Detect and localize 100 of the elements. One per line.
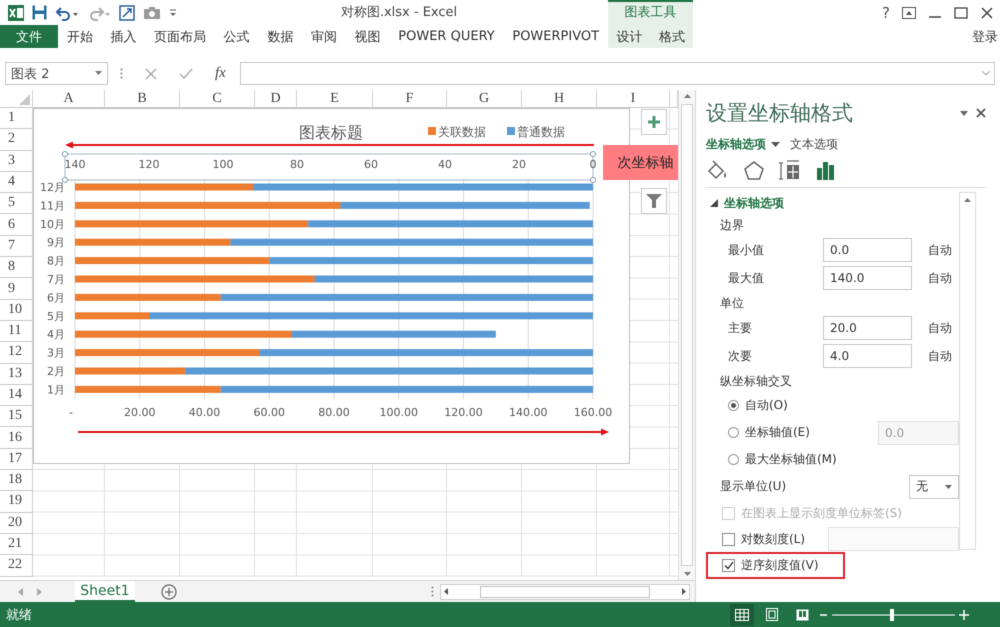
close-icon[interactable] <box>976 108 986 118</box>
option-label[interactable]: 自动(O) <box>745 397 788 414</box>
insert-function-button[interactable]: fx <box>215 65 226 82</box>
option-label[interactable]: 最大坐标轴值(M) <box>745 451 837 468</box>
ribbon-tab[interactable]: 设计 <box>608 25 650 48</box>
pane-tab[interactable]: 坐标轴选项 <box>706 136 780 153</box>
scroll-thumb[interactable] <box>681 104 693 566</box>
expand-triangle-icon[interactable] <box>710 199 718 207</box>
row-header[interactable]: 12 <box>0 342 33 364</box>
column-header[interactable]: H <box>522 90 597 108</box>
customize-caret-icon[interactable] <box>169 8 177 18</box>
row-header[interactable]: 6 <box>0 214 33 236</box>
row-header[interactable]: 18 <box>0 470 33 492</box>
horizontal-scrollbar[interactable] <box>440 584 690 600</box>
row-header[interactable]: 11 <box>0 320 33 342</box>
more-icon[interactable] <box>120 68 123 79</box>
row-header[interactable]: 21 <box>0 534 33 556</box>
ribbon-tab[interactable]: POWER QUERY <box>396 29 497 44</box>
sheet-tab[interactable]: Sheet1 <box>75 581 135 602</box>
ribbon-display-icon[interactable] <box>902 6 916 18</box>
scroll-up-icon[interactable] <box>684 94 690 98</box>
ribbon-tab[interactable]: 页面布局 <box>152 28 208 46</box>
ribbon-tab[interactable]: POWERPIVOT <box>510 29 602 44</box>
column-header[interactable]: A <box>33 90 105 108</box>
column-header[interactable]: I <box>597 90 670 108</box>
row-header[interactable]: 9 <box>0 278 33 300</box>
cancel-icon[interactable] <box>145 68 157 80</box>
chart-title[interactable]: 图表标题 <box>299 123 363 142</box>
section-title[interactable]: 坐标轴选项 <box>724 194 784 212</box>
radio-button[interactable] <box>728 400 739 411</box>
column-header[interactable]: F <box>373 90 447 108</box>
size-properties-icon[interactable] <box>778 159 802 181</box>
pane-tab[interactable]: 文本选项 <box>790 136 838 153</box>
column-header[interactable]: E <box>297 90 373 108</box>
scroll-up-icon[interactable] <box>964 198 971 202</box>
normal-view-button[interactable] <box>730 604 754 626</box>
zoom-slider-icon[interactable] <box>820 608 970 622</box>
ribbon-tab[interactable]: 插入 <box>108 28 138 46</box>
touch-mode-icon[interactable] <box>119 4 135 20</box>
row-header[interactable]: 20 <box>0 512 33 534</box>
close-icon[interactable] <box>980 6 994 18</box>
column-header[interactable]: C <box>180 90 255 108</box>
row-header[interactable]: 22 <box>0 555 33 577</box>
pentagon-icon[interactable] <box>742 159 766 181</box>
option-label[interactable]: 逆序刻度值(V) <box>741 556 819 574</box>
vertical-scrollbar[interactable] <box>678 90 695 580</box>
row-header[interactable]: 14 <box>0 384 33 406</box>
scroll-thumb[interactable] <box>480 586 650 598</box>
name-box[interactable]: 图表 2 <box>5 62 108 85</box>
row-header[interactable]: 5 <box>0 193 33 214</box>
row-header[interactable]: 15 <box>0 406 33 428</box>
row-header[interactable]: 7 <box>0 236 33 258</box>
undo-icon[interactable] <box>55 4 79 20</box>
column-header[interactable]: D <box>255 90 297 108</box>
ribbon-tab[interactable]: 视图 <box>352 28 383 46</box>
value-field[interactable]: 0.0 <box>823 238 912 262</box>
ribbon-tab[interactable]: 格式 <box>650 25 693 48</box>
base-field[interactable] <box>828 527 959 551</box>
ribbon-tab[interactable]: 开始 <box>64 28 95 46</box>
row-header[interactable]: 2 <box>0 129 33 151</box>
ribbon-tab[interactable]: 数据 <box>265 28 296 46</box>
redo-icon[interactable] <box>87 4 111 20</box>
pane-options-caret-icon[interactable] <box>960 110 968 116</box>
value-field[interactable]: 4.0 <box>823 344 912 368</box>
sign-in-link[interactable]: 登录 <box>972 28 1000 46</box>
checkbox[interactable] <box>722 532 735 546</box>
row-header[interactable]: 13 <box>0 364 33 385</box>
formula-field[interactable] <box>240 62 995 85</box>
column-header[interactable]: B <box>105 90 180 108</box>
column-header[interactable]: G <box>447 90 522 108</box>
value-field[interactable]: 20.0 <box>823 316 912 340</box>
row-header[interactable]: 17 <box>0 448 33 470</box>
chart-filters-button[interactable] <box>641 188 667 214</box>
pane-scrollbar[interactable] <box>959 192 976 550</box>
add-sheet-icon[interactable] <box>161 584 177 600</box>
ribbon-tab[interactable]: 审阅 <box>309 28 340 46</box>
scroll-right-icon[interactable] <box>682 588 686 595</box>
row-header[interactable]: 3 <box>0 150 33 172</box>
chart-elements-button[interactable] <box>641 109 667 135</box>
row-header[interactable]: 19 <box>0 491 33 513</box>
scroll-down-icon[interactable] <box>684 572 690 576</box>
more-icon[interactable] <box>431 586 434 597</box>
checkbox[interactable] <box>722 558 735 572</box>
value-field[interactable]: 140.0 <box>823 266 912 290</box>
expand-caret-icon[interactable] <box>982 71 990 76</box>
dropdown[interactable]: 无 <box>909 474 959 498</box>
axis-selection-box[interactable] <box>62 151 596 183</box>
file-tab[interactable]: 文件 <box>0 25 58 48</box>
radio-button[interactable] <box>728 454 739 465</box>
row-header[interactable]: 1 <box>0 108 33 130</box>
row-header[interactable]: 8 <box>0 257 33 278</box>
excel-icon[interactable] <box>8 4 24 20</box>
row-header[interactable]: 4 <box>0 172 33 194</box>
maximize-icon[interactable] <box>954 6 968 18</box>
radio-button[interactable] <box>728 427 739 438</box>
row-header[interactable]: 10 <box>0 300 33 321</box>
row-header[interactable]: 16 <box>0 427 33 449</box>
option-label[interactable]: 对数刻度(L) <box>741 530 806 548</box>
camera-icon[interactable] <box>143 6 161 20</box>
help-button[interactable]: ? <box>882 4 890 22</box>
